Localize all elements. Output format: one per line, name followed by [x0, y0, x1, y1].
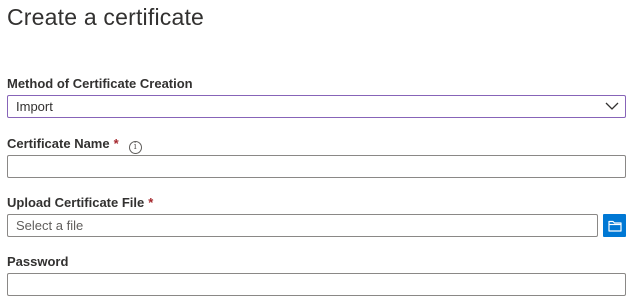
method-label-text: Method of Certificate Creation	[7, 76, 193, 91]
upload-label-text: Upload Certificate File	[7, 195, 145, 210]
chevron-down-icon	[605, 102, 619, 110]
required-marker: *	[113, 136, 119, 151]
required-marker: *	[148, 195, 154, 210]
page-title: Create a certificate	[7, 4, 205, 30]
method-selected-value: Import	[16, 99, 53, 114]
certificate-name-input[interactable]	[7, 155, 626, 178]
password-input[interactable]	[7, 273, 626, 296]
file-select-input[interactable]: Select a file	[7, 214, 598, 237]
certificate-name-label-text: Certificate Name	[7, 136, 110, 151]
password-label: Password	[7, 254, 68, 269]
certificate-name-label: Certificate Name * i	[7, 136, 142, 154]
browse-file-button[interactable]	[603, 214, 626, 237]
method-label: Method of Certificate Creation	[7, 76, 193, 91]
password-label-text: Password	[7, 254, 69, 269]
info-icon[interactable]: i	[128, 141, 142, 154]
create-certificate-panel: Create a certificate Method of Certifica…	[0, 0, 642, 308]
file-placeholder: Select a file	[16, 218, 84, 233]
method-dropdown[interactable]: Import	[7, 95, 626, 118]
folder-icon	[607, 220, 622, 232]
upload-label: Upload Certificate File *	[7, 195, 153, 210]
